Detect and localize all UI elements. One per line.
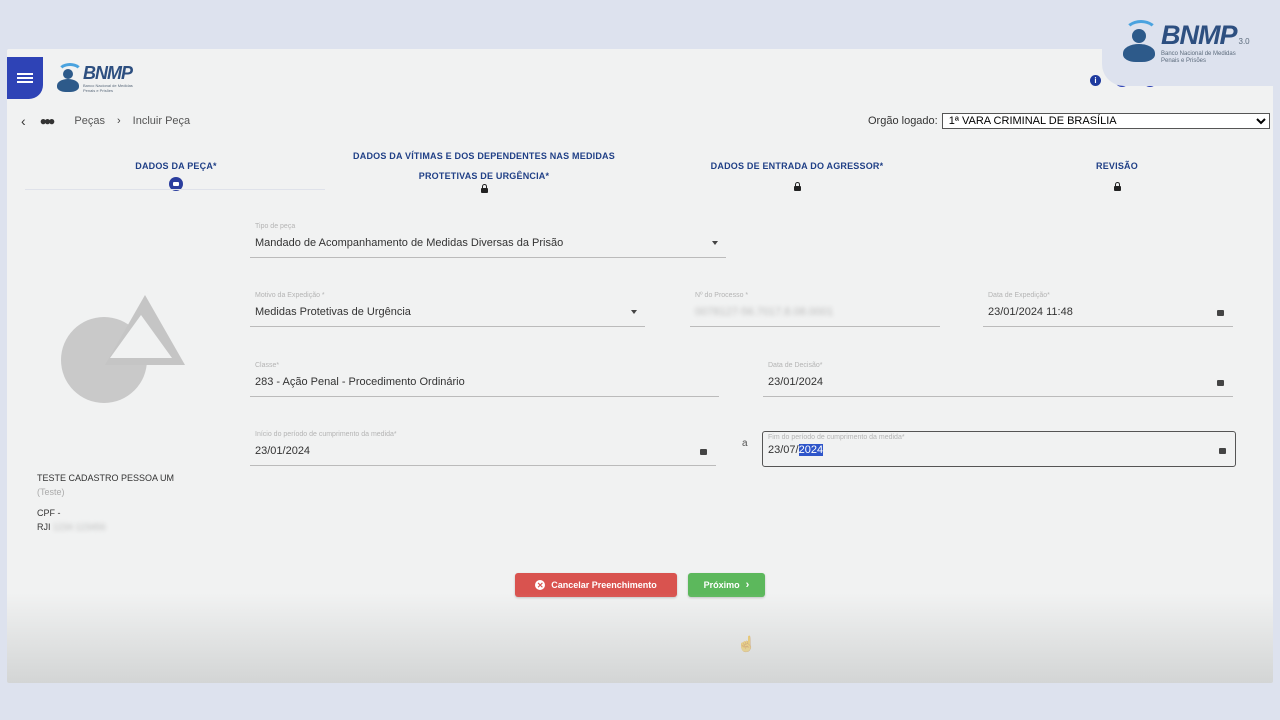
chevron-left-icon[interactable]: ‹ xyxy=(21,113,26,129)
field-value: 23/01/2024 xyxy=(768,376,824,388)
person-cpf: CPF - xyxy=(37,507,61,518)
logo-word: BNMP xyxy=(83,63,133,84)
field-label: Início do período de cumprimento da medi… xyxy=(255,431,397,438)
field-label: Classe* xyxy=(255,362,280,369)
field-label: Tipo de peça xyxy=(255,223,296,230)
fim-periodo-input[interactable]: Fim do período de cumprimento da medida*… xyxy=(762,431,1236,467)
classe-input[interactable]: Classe* 283 - Ação Penal - Procedimento … xyxy=(250,358,719,397)
calendar-icon[interactable] xyxy=(1217,310,1224,316)
processo-input[interactable]: Nº do Processo * 0078127-56.7017.8.08.00… xyxy=(690,288,940,327)
field-label: Motivo da Expedição * xyxy=(255,292,325,299)
step-label: DADOS DE ENTRADA DO AGRESSOR* xyxy=(710,161,884,171)
step-dados-agressor[interactable]: DADOS DE ENTRADA DO AGRESSOR* xyxy=(702,161,892,193)
step-underline xyxy=(25,189,325,190)
person-summary: TESTE CADASTRO PESSOA UM (Teste) CPF - R… xyxy=(37,471,174,535)
calendar-icon[interactable] xyxy=(700,449,707,455)
next-button[interactable]: Próximo › xyxy=(688,573,765,597)
lock-icon xyxy=(793,182,801,191)
logo-figure-icon xyxy=(1120,20,1158,64)
calendar-icon[interactable] xyxy=(1219,448,1226,454)
person-role: (Teste) xyxy=(37,487,65,498)
selected-text: 2024 xyxy=(798,444,824,456)
period-separator: a xyxy=(742,438,748,449)
app-window: BNMP Banco Nacional de Medidas Penais e … xyxy=(7,49,1273,683)
field-value: 23/01/2024 xyxy=(255,445,311,457)
chevron-right-icon: › xyxy=(117,115,121,127)
step-label: REVISÃO xyxy=(1096,161,1138,171)
data-decisao-input[interactable]: Data de Decisão* 23/01/2024 xyxy=(763,358,1233,397)
field-label: Fim do período de cumprimento da medida* xyxy=(768,434,905,441)
orgao-select[interactable]: 1ª VARA CRIMINAL DE BRASÍLIA xyxy=(941,113,1270,129)
breadcrumb: ‹ ●●● Peças › Incluir Peça xyxy=(21,113,190,129)
orgao-label: Orgão logado: xyxy=(868,115,938,127)
step-revisao[interactable]: REVISÃO xyxy=(1077,161,1157,193)
step-label-line2: PROTETIVAS DE URGÊNCIA* xyxy=(418,171,550,181)
field-value: 0078127-56.7017.8.08.0001 xyxy=(695,306,834,318)
field-label: Data de Decisão* xyxy=(768,362,823,369)
people-icon[interactable]: ●●● xyxy=(40,114,56,128)
tipo-peca-select[interactable]: Tipo de peça Mandado de Acompanhamento d… xyxy=(250,219,726,258)
field-value: 23/07/2024 xyxy=(768,444,824,456)
dropdown-arrow-icon xyxy=(712,241,718,245)
hamburger-icon[interactable] xyxy=(7,57,43,99)
orgao-logado: Orgão logado: 1ª VARA CRIMINAL DE BRASÍL… xyxy=(868,113,1270,129)
step-label: DADOS DA VÍTIMAS E DOS DEPENDENTES NAS M… xyxy=(353,151,615,161)
logo-figure-icon xyxy=(55,63,83,93)
placeholder-avatar xyxy=(61,295,193,407)
person-name: TESTE CADASTRO PESSOA UM xyxy=(37,473,175,483)
breadcrumb-item-incluir: Incluir Peça xyxy=(132,115,191,127)
step-dados-vitimas[interactable]: DADOS DA VÍTIMAS E DOS DEPENDENTES NAS M… xyxy=(341,151,627,195)
bnmp-logo[interactable]: BNMP Banco Nacional de Medidas Penais e … xyxy=(55,63,133,93)
close-icon: ✕ xyxy=(535,580,546,590)
hand-cursor-icon: ☝ xyxy=(737,636,756,653)
field-value: 283 - Ação Penal - Procedimento Ordinári… xyxy=(255,376,465,388)
calendar-icon[interactable] xyxy=(1217,380,1224,386)
person-rji: RJI 1234 123456 xyxy=(37,522,106,533)
field-value: Mandado de Acompanhamento de Medidas Div… xyxy=(255,237,564,249)
next-label: Próximo xyxy=(703,580,740,590)
breadcrumb-item-pecas[interactable]: Peças xyxy=(74,115,105,127)
chevron-right-icon: › xyxy=(745,579,750,591)
logo-subtitle: Banco Nacional de Medidas Penais e Prisõ… xyxy=(83,83,133,93)
data-expedicao-input[interactable]: Data de Expedição* 23/01/2024 11:48 xyxy=(983,288,1233,327)
field-value: Medidas Protetivas de Urgência xyxy=(255,306,411,318)
field-label: Data de Expedição* xyxy=(988,292,1050,299)
inicio-periodo-input[interactable]: Início do período de cumprimento da medi… xyxy=(250,427,716,466)
cancel-label: Cancelar Preenchimento xyxy=(551,580,657,590)
step-label: DADOS DA PEÇA* xyxy=(135,161,217,171)
bnmp-watermark: BNMP 3.0 Banco Nacional de Medidas Penais… xyxy=(1102,14,1280,86)
field-value: 23/01/2024 11:48 xyxy=(988,306,1073,318)
lock-icon xyxy=(1113,182,1121,191)
field-label: Nº do Processo * xyxy=(695,292,749,299)
cancel-button[interactable]: ✕ Cancelar Preenchimento xyxy=(515,573,677,597)
dropdown-arrow-icon xyxy=(631,310,637,314)
lock-icon xyxy=(480,184,488,193)
motivo-expedicao-select[interactable]: Motivo da Expedição * Medidas Protetivas… xyxy=(250,288,645,327)
info-icon[interactable]: i xyxy=(1090,74,1101,86)
step-dados-peca[interactable]: DADOS DA PEÇA* xyxy=(123,161,229,191)
